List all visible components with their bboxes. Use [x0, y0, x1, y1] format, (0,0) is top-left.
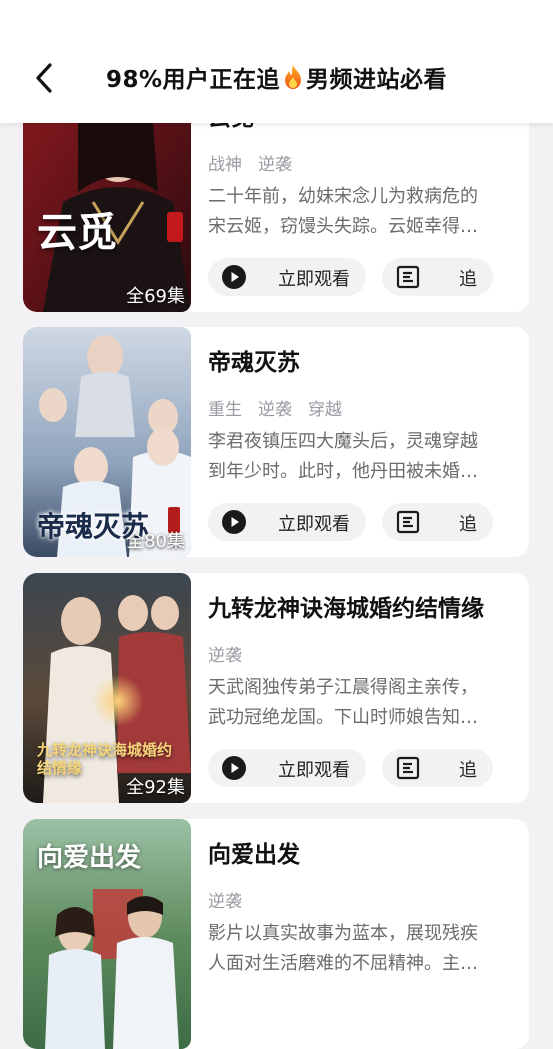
follow-label: 追 [459, 760, 477, 781]
page-title: 98%用户正在追 男频进站必看 [0, 60, 553, 94]
drama-poster[interactable]: 九转龙神诀海城婚约结情缘 全92集 [23, 573, 191, 803]
drama-info: 九转龙神诀海城婚约结情缘 逆袭 天武阁独传弟子江晨得阁主亲传， 武功冠绝龙国。下… [208, 573, 517, 803]
description-line: 宋云姬，窃馒头失踪。云姬幸得… [208, 216, 478, 237]
follow-label: 追 [459, 514, 477, 535]
drama-description: 李君夜镇压四大魔头后，灵魂穿越 到年少时。此时，他丹田被未婚… [208, 427, 513, 487]
tag-list: 逆袭 [208, 887, 242, 912]
tag[interactable]: 逆袭 [208, 887, 242, 912]
poster-title: 九转龙神诀海城婚约结情缘 [37, 741, 173, 777]
drama-title[interactable]: 帝魂灭苏 [208, 343, 300, 377]
tag-list: 重生 逆袭 穿越 [208, 395, 342, 420]
tag-list: 逆袭 [208, 641, 242, 666]
drama-info: 帝魂灭苏 重生 逆袭 穿越 李君夜镇压四大魔头后，灵魂穿越 到年少时。此时，他丹… [208, 327, 517, 557]
drama-card[interactable]: 帝魂灭苏 全80集 帝魂灭苏 重生 逆袭 穿越 李君夜镇压四大魔头后，灵魂穿越 … [23, 327, 529, 557]
description-line: 二十年前，幼妹宋念儿为救病危的 [208, 186, 478, 207]
poster-title: 向爱出发 [37, 843, 142, 873]
drama-description: 影片以真实故事为蓝本，展现残疾 人面对生活磨难的不屈精神。主… [208, 919, 513, 979]
drama-description: 二十年前，幼妹宋念儿为救病危的 宋云姬，窃馒头失踪。云姬幸得… [208, 182, 513, 242]
episode-count: 全92集 [126, 777, 185, 798]
tag[interactable]: 重生 [208, 395, 242, 420]
watch-now-label: 立即观看 [278, 760, 350, 781]
list-box-icon [396, 510, 420, 534]
follow-label: 追 [459, 269, 477, 290]
action-row: 立即观看 追 [208, 258, 493, 296]
follow-button[interactable]: 追 [382, 503, 493, 541]
action-row: 立即观看 追 [208, 503, 493, 541]
episode-count: 全69集 [126, 286, 185, 307]
drama-poster[interactable]: 帝魂灭苏 全80集 [23, 327, 191, 557]
drama-info: 向爱出发 逆袭 影片以真实故事为蓝本，展现残疾 人面对生活磨难的不屈精神。主… [208, 819, 517, 1049]
drama-card[interactable]: 九转龙神诀海城婚约结情缘 全92集 九转龙神诀海城婚约结情缘 逆袭 天武阁独传弟… [23, 573, 529, 803]
follow-button[interactable]: 追 [382, 749, 493, 787]
drama-poster[interactable]: 向爱出发 [23, 819, 191, 1049]
watch-now-label: 立即观看 [278, 514, 350, 535]
episode-count: 全80集 [126, 531, 185, 552]
watch-now-button[interactable]: 立即观看 [208, 503, 366, 541]
play-circle-icon [222, 756, 246, 780]
action-row: 立即观看 追 [208, 749, 493, 787]
drama-title[interactable]: 向爱出发 [208, 835, 300, 869]
tag-list: 战神 逆袭 [208, 150, 292, 175]
follow-button[interactable]: 追 [382, 258, 493, 296]
description-line: 李君夜镇压四大魔头后，灵魂穿越 [208, 431, 478, 452]
page-title-text: 男频进站必看 [306, 67, 448, 93]
description-line: 人面对生活磨难的不屈精神。主… [208, 953, 478, 974]
play-circle-icon [222, 265, 246, 289]
description-line: 武功冠绝龙国。下山时师娘告知… [208, 707, 478, 728]
drama-title[interactable]: 九转龙神诀海城婚约结情缘 [208, 589, 484, 623]
description-line: 影片以真实故事为蓝本，展现残疾 [208, 923, 478, 944]
tag[interactable]: 逆袭 [258, 395, 292, 420]
tag[interactable]: 穿越 [308, 395, 342, 420]
description-line: 天武阁独传弟子江晨得阁主亲传， [208, 677, 478, 698]
tag[interactable]: 逆袭 [208, 641, 242, 666]
drama-description: 天武阁独传弟子江晨得阁主亲传， 武功冠绝龙国。下山时师娘告知… [208, 673, 513, 733]
tag[interactable]: 战神 [208, 150, 242, 175]
description-line: 到年少时。此时，他丹田被未婚… [208, 461, 478, 482]
drama-card[interactable]: 向爱出发 向爱出发 逆袭 影片以真实故事为蓝本，展现残疾 人面对生活磨难的不屈精… [23, 819, 529, 1049]
watch-now-button[interactable]: 立即观看 [208, 749, 366, 787]
tag[interactable]: 逆袭 [258, 150, 292, 175]
list-box-icon [396, 756, 420, 780]
page-title-text: 98%用户正在追 [105, 67, 281, 93]
top-nav-bar: 98%用户正在追 男频进站必看 [0, 0, 553, 123]
watch-now-label: 立即观看 [278, 269, 350, 290]
play-circle-icon [222, 510, 246, 534]
list-box-icon [396, 265, 420, 289]
watch-now-button[interactable]: 立即观看 [208, 258, 366, 296]
fire-icon [285, 65, 302, 89]
poster-title: 云觅 [37, 209, 117, 256]
